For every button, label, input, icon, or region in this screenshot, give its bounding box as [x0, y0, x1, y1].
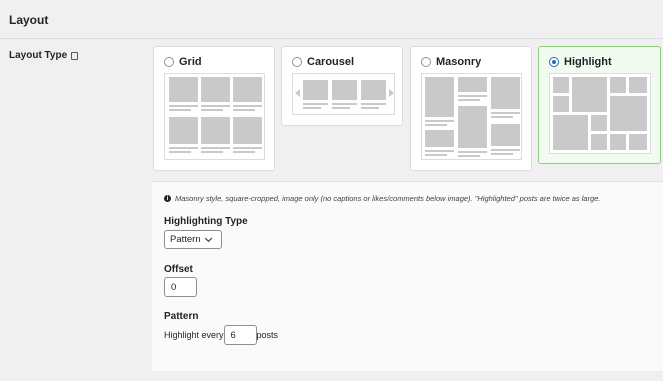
highlight-radio[interactable]	[549, 57, 559, 67]
pattern-prefix: Highlight every	[164, 330, 224, 340]
carousel-next-icon	[389, 89, 394, 97]
highlight-preview	[549, 73, 651, 154]
pattern-every-input[interactable]: 6	[223, 325, 257, 345]
layout-option-highlight[interactable]: Highlight	[538, 46, 661, 164]
masonry-radio[interactable]	[421, 57, 431, 67]
offset-input[interactable]: 0	[164, 277, 197, 297]
pattern-value: 6	[230, 329, 236, 341]
masonry-label: Masonry	[436, 56, 482, 68]
highlighting-type-label: Highlighting Type	[164, 216, 248, 227]
layout-option-masonry[interactable]: Masonry	[410, 46, 532, 171]
help-icon[interactable]	[71, 51, 79, 60]
layout-details-panel: i Masonry style, square-cropped, image o…	[152, 181, 663, 371]
layout-option-masonry-head[interactable]: Masonry	[421, 56, 481, 68]
info-icon: i	[164, 195, 171, 202]
layout-type-label-text: Layout Type	[9, 50, 68, 61]
layout-option-grid-head[interactable]: Grid	[164, 56, 202, 68]
layout-type-label: Layout Type	[9, 50, 79, 61]
highlighting-type-value: Pattern	[170, 234, 201, 245]
pattern-suffix: posts	[256, 330, 279, 340]
offset-value: 0	[171, 281, 177, 293]
pattern-label: Pattern	[164, 311, 199, 322]
carousel-prev-icon	[295, 89, 300, 97]
layout-description-text: Masonry style, square-cropped, image onl…	[175, 194, 601, 203]
divider	[0, 38, 663, 39]
pattern-row: Highlight every 6 posts	[164, 325, 278, 345]
grid-label: Grid	[179, 56, 202, 68]
masonry-preview	[421, 73, 522, 160]
layout-description: i Masonry style, square-cropped, image o…	[164, 194, 601, 203]
highlight-label: Highlight	[564, 56, 612, 68]
layout-option-carousel[interactable]: Carousel	[281, 46, 403, 126]
carousel-preview	[292, 73, 395, 115]
grid-radio[interactable]	[164, 57, 174, 67]
offset-label: Offset	[164, 264, 193, 275]
chevron-down-icon	[204, 234, 212, 242]
section-title: Layout	[9, 13, 49, 27]
layout-option-highlight-head[interactable]: Highlight	[549, 56, 612, 68]
highlighting-type-select[interactable]: Pattern	[164, 230, 222, 249]
carousel-label: Carousel	[307, 56, 355, 68]
carousel-radio[interactable]	[292, 57, 302, 67]
layout-option-carousel-head[interactable]: Carousel	[292, 56, 354, 68]
grid-preview	[164, 73, 265, 160]
layout-option-grid[interactable]: Grid	[153, 46, 275, 171]
